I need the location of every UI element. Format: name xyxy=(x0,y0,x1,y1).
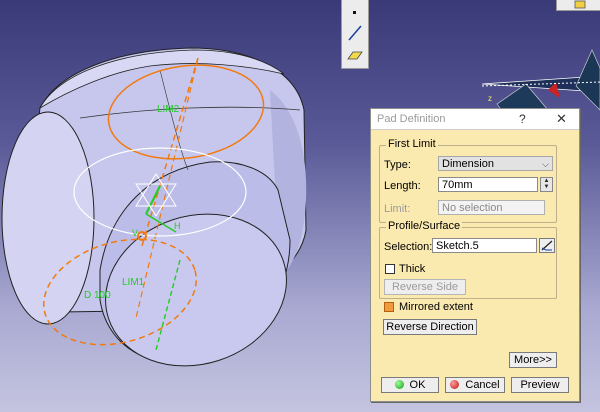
sketch-button[interactable] xyxy=(539,238,555,253)
type-select-value: Dimension xyxy=(442,158,494,170)
thick-label: Thick xyxy=(399,263,426,275)
dialog-title: Pad Definition xyxy=(377,113,446,125)
help-button[interactable]: ? xyxy=(519,112,526,126)
mirrored-extent-label: Mirrored extent xyxy=(399,301,473,313)
lim1-label: LIM1 xyxy=(122,277,145,288)
dimension-label: D 100 xyxy=(84,290,111,301)
reverse-side-button[interactable]: Reverse Side xyxy=(384,279,466,295)
selection-label: Selection: xyxy=(384,241,433,253)
cancel-button[interactable]: Cancel xyxy=(445,377,505,393)
profile-surface-group: Profile/Surface Selection: Sketch.5 Thic… xyxy=(379,220,557,299)
compass-toolbar-corner[interactable] xyxy=(556,0,600,11)
pad-definition-dialog: Pad Definition ? ✕ First Limit Type: Dim… xyxy=(370,108,580,402)
limit-label: Limit: xyxy=(384,203,411,215)
length-input[interactable]: 70mm xyxy=(438,177,538,192)
more-button[interactable]: More>> xyxy=(509,352,557,368)
close-button[interactable]: ✕ xyxy=(556,111,567,127)
profile-surface-legend: Profile/Surface xyxy=(386,220,463,232)
sketch-toolbar xyxy=(341,0,369,69)
point-tool-button[interactable] xyxy=(345,3,365,23)
plane-tool-button[interactable] xyxy=(345,45,365,65)
mirrored-extent-checkbox[interactable] xyxy=(384,302,394,312)
lim2-label: LIM2 xyxy=(157,104,180,115)
reverse-direction-button[interactable]: Reverse Direction xyxy=(383,319,477,335)
ok-label: OK xyxy=(409,379,426,391)
line-icon xyxy=(348,25,362,41)
selection-input[interactable]: Sketch.5 xyxy=(432,238,537,253)
thick-checkbox[interactable] xyxy=(385,264,395,274)
sketch-edit-icon xyxy=(541,240,553,251)
preview-button[interactable]: Preview xyxy=(511,377,569,393)
first-limit-group: First Limit Type: Dimension ⌵ Length: 70… xyxy=(379,138,557,223)
length-spinner[interactable]: ▲ ▼ xyxy=(540,177,553,192)
ok-button[interactable]: OK xyxy=(381,377,439,393)
chevron-down-icon: ⌵ xyxy=(542,159,549,169)
type-label: Type: xyxy=(384,159,411,171)
type-select[interactable]: Dimension ⌵ xyxy=(438,156,553,171)
cancel-label: Cancel xyxy=(465,379,500,391)
axis-v-label: V xyxy=(132,228,138,238)
point-icon xyxy=(353,11,356,14)
ok-icon xyxy=(394,380,404,389)
camera-icon xyxy=(574,0,586,9)
cancel-icon xyxy=(450,380,460,389)
spin-down-icon[interactable]: ▼ xyxy=(541,184,552,190)
dialog-titlebar[interactable]: Pad Definition ? ✕ xyxy=(371,109,579,130)
length-label: Length: xyxy=(384,180,421,192)
axis-h-label: H xyxy=(174,221,181,231)
first-limit-legend: First Limit xyxy=(386,138,438,150)
plane-icon xyxy=(347,51,363,60)
line-tool-button[interactable] xyxy=(345,23,365,43)
compass-z-label: z xyxy=(488,94,492,103)
limit-input[interactable]: No selection xyxy=(438,200,545,215)
